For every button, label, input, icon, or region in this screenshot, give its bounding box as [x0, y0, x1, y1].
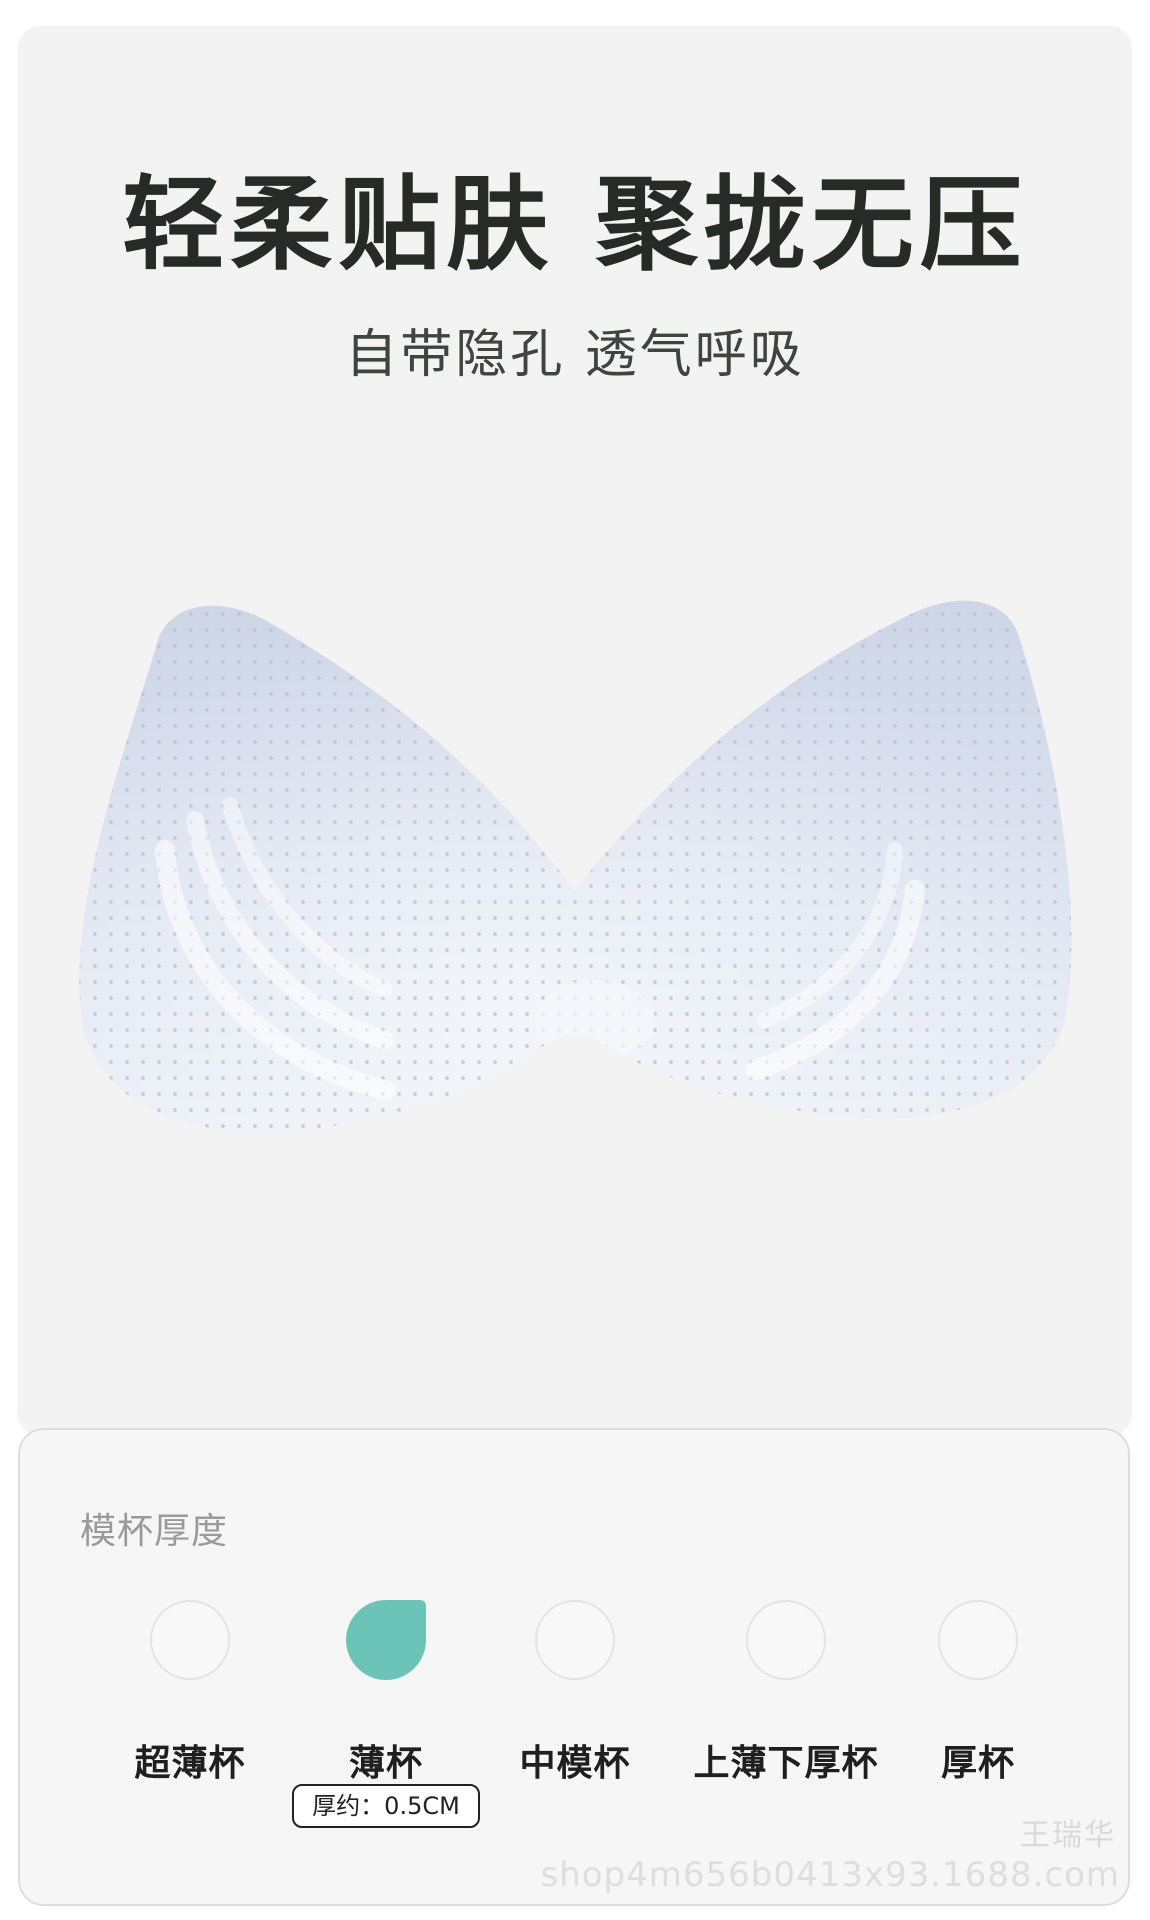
- radio-circle[interactable]: [938, 1600, 1018, 1680]
- headline: 轻柔贴肤 聚拢无压: [122, 166, 1028, 285]
- droplet-selected-icon[interactable]: [346, 1600, 426, 1680]
- thickness-spec-badge: 厚约：0.5CM: [292, 1784, 480, 1828]
- option-thick[interactable]: 厚杯: [858, 1600, 1098, 1786]
- option-medium[interactable]: 中模杯: [455, 1600, 695, 1786]
- subheadline: 自带隐孔 透气呼吸: [345, 325, 805, 385]
- option-label: 中模杯: [519, 1743, 631, 1784]
- watermark-name: 王瑞华: [1020, 1818, 1116, 1853]
- thickness-section-label: 模杯厚度: [80, 1511, 229, 1552]
- bra-pad-shape: [79, 600, 1072, 1132]
- page: 轻柔贴肤 聚拢无压 自带隐孔 透气呼吸 模杯厚度 超薄杯 薄杯 中模杯 上薄下厚…: [0, 0, 1150, 1920]
- option-label: 厚杯: [940, 1743, 1015, 1784]
- radio-circle[interactable]: [535, 1600, 615, 1680]
- product-image: [79, 600, 1072, 1132]
- watermark-url: shop4m656b0413x93.1688.com: [540, 1855, 1120, 1895]
- radio-circle[interactable]: [150, 1600, 230, 1680]
- radio-circle[interactable]: [746, 1600, 826, 1680]
